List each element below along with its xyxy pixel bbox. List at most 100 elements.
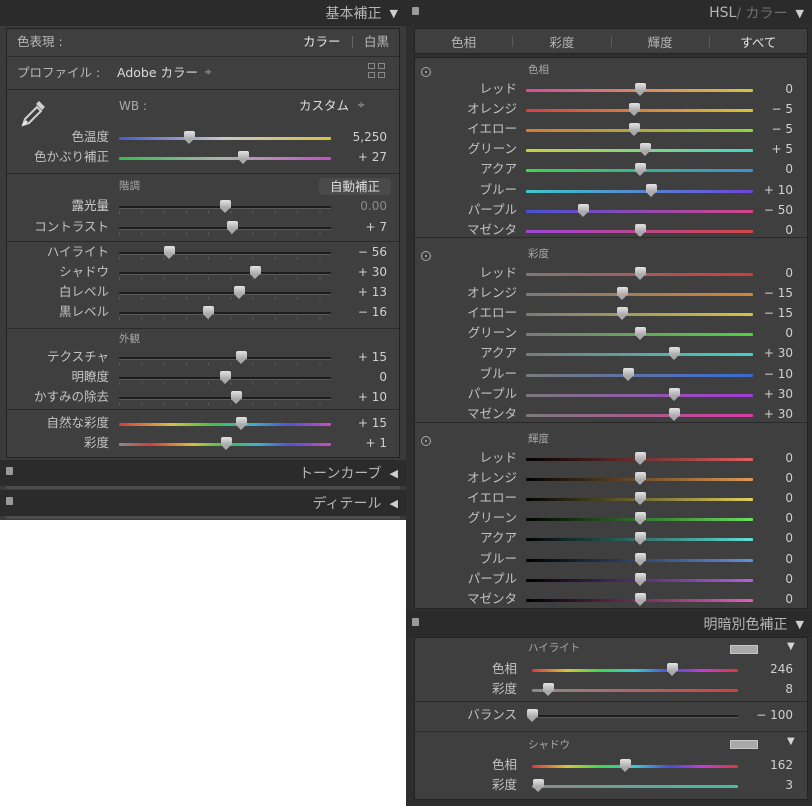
slider-track[interactable] xyxy=(532,779,738,792)
slider-track[interactable] xyxy=(526,287,753,301)
slider-track[interactable] xyxy=(526,347,753,361)
slider-value[interactable]: 246 xyxy=(770,661,793,677)
slider-value[interactable]: − 5 xyxy=(771,121,793,137)
slider-thumb[interactable] xyxy=(634,223,646,237)
slider-value[interactable]: 0 xyxy=(785,470,793,486)
hsl-tab-0[interactable]: 色相 xyxy=(415,32,512,51)
expand-triangle-icon[interactable]: ◀ xyxy=(390,467,398,480)
slider-thumb[interactable] xyxy=(163,246,175,259)
slider-value[interactable]: + 30 xyxy=(764,386,793,402)
slider-thumb[interactable] xyxy=(533,779,545,792)
slider-thumb[interactable] xyxy=(634,532,646,546)
shadow-color-swatch[interactable] xyxy=(730,740,758,749)
hsl-tab-2[interactable]: 輝度 xyxy=(612,32,709,51)
slider-value[interactable]: − 16 xyxy=(358,304,387,320)
slider-value[interactable]: 162 xyxy=(770,757,793,773)
slider-thumb[interactable] xyxy=(183,131,195,144)
slider-track[interactable] xyxy=(526,512,753,526)
slider-value[interactable]: + 5 xyxy=(771,141,793,157)
slider-thumb[interactable] xyxy=(645,183,657,197)
slider-thumb[interactable] xyxy=(238,151,250,164)
slider-value[interactable]: 0 xyxy=(785,490,793,506)
slider-track[interactable] xyxy=(119,437,331,450)
slider-thumb[interactable] xyxy=(220,200,231,213)
slider-track[interactable] xyxy=(526,367,753,381)
slider-value[interactable]: − 15 xyxy=(764,305,793,321)
slider-track[interactable] xyxy=(526,123,753,137)
slider-value[interactable]: − 100 xyxy=(756,707,793,723)
slider-thumb[interactable] xyxy=(634,492,646,506)
wb-select[interactable]: カスタム xyxy=(299,98,349,114)
detail-panel-header[interactable]: ディテール ◀ xyxy=(0,490,406,516)
slider-thumb[interactable] xyxy=(220,371,231,384)
slider-track[interactable] xyxy=(526,452,753,465)
slider-value[interactable]: 0 xyxy=(785,81,793,97)
slider-value[interactable]: 0 xyxy=(785,551,793,567)
slider-value[interactable]: 0 xyxy=(785,325,793,341)
slider-thumb[interactable] xyxy=(634,512,646,526)
slider-thumb[interactable] xyxy=(634,83,646,96)
slider-track[interactable] xyxy=(526,327,753,341)
highlight-picker-triangle-icon[interactable]: ▼ xyxy=(787,641,795,652)
slider-value[interactable]: + 10 xyxy=(358,389,387,405)
basic-panel-header[interactable]: 基本補正 ▼ xyxy=(0,0,406,26)
slider-value[interactable]: − 15 xyxy=(764,285,793,301)
slider-track[interactable] xyxy=(526,223,753,237)
slider-value[interactable]: 0 xyxy=(785,571,793,587)
slider-value[interactable]: + 30 xyxy=(764,406,793,422)
shadow-picker-triangle-icon[interactable]: ▼ xyxy=(787,736,795,747)
wb-eyedropper-icon[interactable] xyxy=(17,95,51,129)
panel-switch-icon[interactable] xyxy=(6,467,13,475)
profile-browser-grid-icon[interactable] xyxy=(368,63,386,79)
slider-track[interactable] xyxy=(119,246,331,260)
slider-value[interactable]: + 15 xyxy=(358,349,387,365)
slider-track[interactable] xyxy=(526,103,753,117)
slider-value[interactable]: 0 xyxy=(785,530,793,546)
expand-triangle-icon[interactable]: ◀ xyxy=(390,497,398,510)
slider-thumb[interactable] xyxy=(668,387,680,401)
slider-value[interactable]: 0 xyxy=(785,450,793,466)
slider-value[interactable]: 0 xyxy=(785,161,793,177)
slider-value[interactable]: − 5 xyxy=(771,101,793,117)
profile-chevron-icon[interactable]: ÷ xyxy=(204,65,212,81)
slider-track[interactable] xyxy=(526,143,753,157)
slider-track[interactable] xyxy=(526,203,753,217)
slider-track[interactable] xyxy=(119,371,331,385)
slider-thumb[interactable] xyxy=(577,203,589,217)
slider-track[interactable] xyxy=(526,472,753,486)
hsl-panel-header[interactable]: HSL / カラー ▼ xyxy=(406,0,812,26)
slider-thumb[interactable] xyxy=(221,437,233,450)
slider-track[interactable] xyxy=(526,407,753,421)
slider-thumb[interactable] xyxy=(634,452,646,465)
slider-thumb[interactable] xyxy=(527,709,538,722)
slider-thumb[interactable] xyxy=(634,267,646,280)
slider-value[interactable]: 0 xyxy=(785,591,793,607)
auto-tone-button[interactable]: 自動補正 xyxy=(319,178,391,195)
slider-value[interactable]: + 13 xyxy=(358,284,387,300)
slider-track[interactable] xyxy=(527,709,738,722)
color-mode-bw-button[interactable]: 白黒 xyxy=(364,34,389,50)
slider-thumb[interactable] xyxy=(668,347,680,361)
slider-thumb[interactable] xyxy=(203,306,215,319)
slider-value[interactable]: + 15 xyxy=(358,415,387,431)
slider-track[interactable] xyxy=(119,417,331,430)
slider-track[interactable] xyxy=(526,387,753,401)
slider-value[interactable]: + 10 xyxy=(764,182,793,198)
slider-value[interactable]: + 30 xyxy=(358,264,387,280)
slider-track[interactable] xyxy=(526,532,753,546)
slider-thumb[interactable] xyxy=(233,286,245,299)
slider-thumb[interactable] xyxy=(617,307,629,321)
slider-value[interactable]: 0 xyxy=(785,222,793,238)
slider-value[interactable]: 3 xyxy=(785,777,793,793)
slider-track[interactable] xyxy=(526,592,753,606)
slider-thumb[interactable] xyxy=(634,552,646,566)
color-panel-title[interactable]: / カラー xyxy=(736,3,787,23)
slider-thumb[interactable] xyxy=(230,391,242,404)
slider-thumb[interactable] xyxy=(628,123,640,137)
slider-track[interactable] xyxy=(526,83,753,96)
highlight-color-swatch[interactable] xyxy=(730,645,758,654)
hsl-tab-1[interactable]: 彩度 xyxy=(513,32,610,51)
targeted-adjustment-icon[interactable] xyxy=(421,251,431,261)
panel-switch-icon[interactable] xyxy=(412,618,419,626)
slider-track[interactable] xyxy=(119,351,331,365)
